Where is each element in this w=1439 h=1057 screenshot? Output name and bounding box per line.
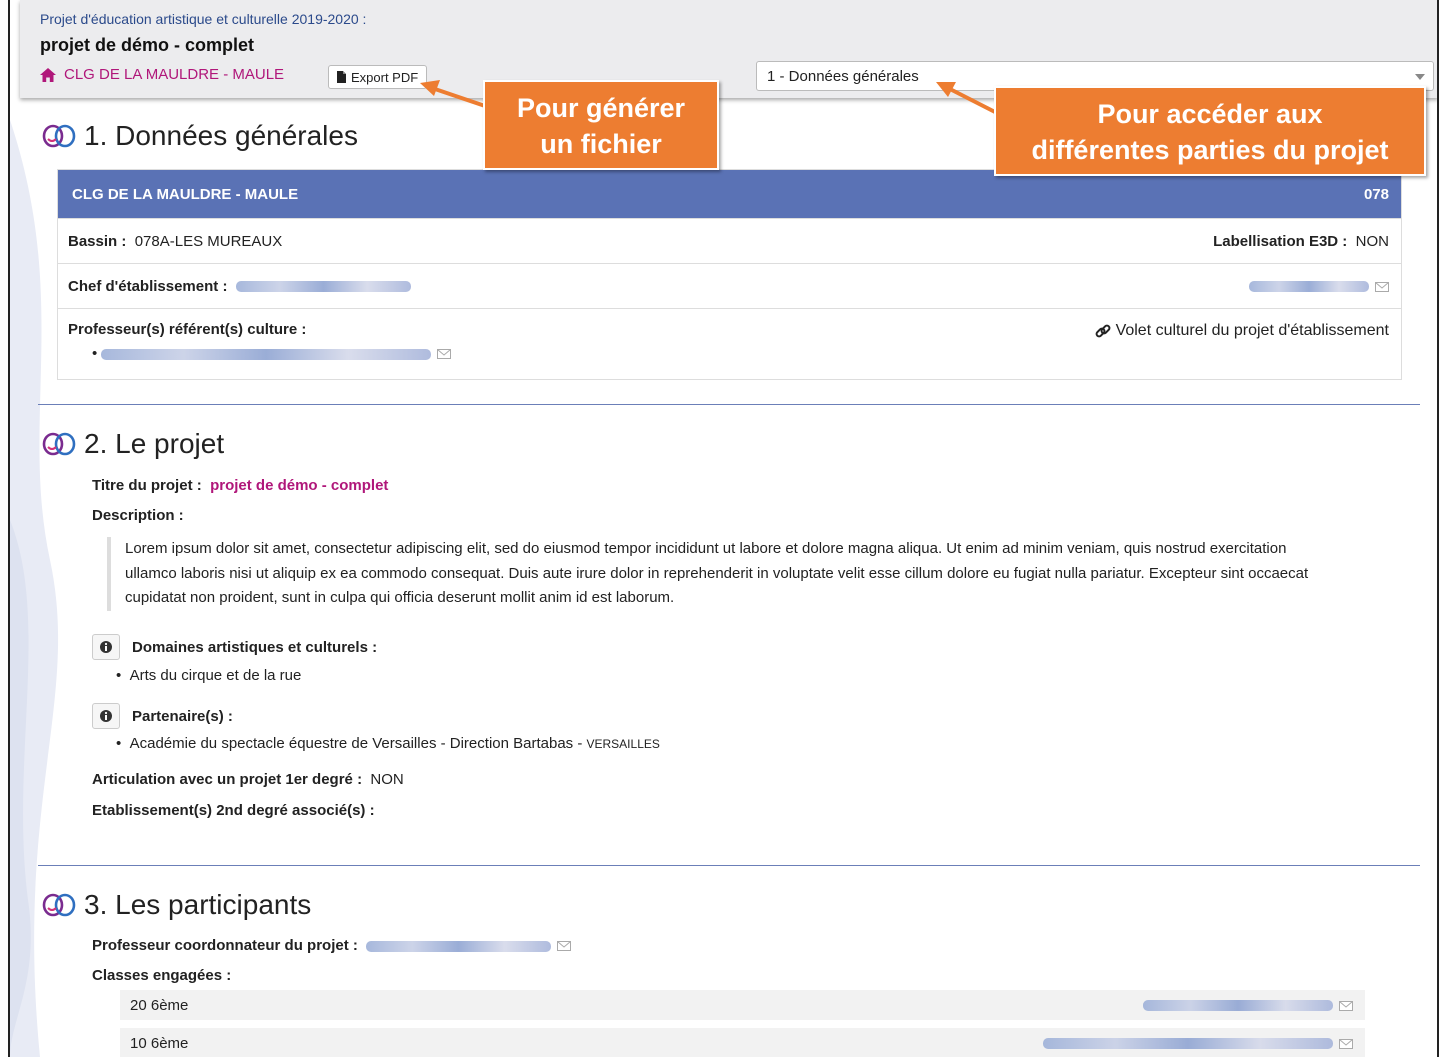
prof-name-redacted — [101, 348, 432, 360]
partenaire-city: VERSAILLES — [586, 737, 660, 751]
partenaires-row: Partenaire(s) : — [92, 703, 233, 729]
coordonnateur-row: Professeur coordonnateur du projet : — [92, 937, 572, 954]
project-header: Projet d'éducation artistique et culture… — [20, 0, 1437, 98]
domaines-row: Domaines artistiques et culturels : — [92, 634, 377, 660]
partenaire-name: Académie du spectacle équestre de Versai… — [129, 735, 587, 752]
file-icon — [337, 71, 346, 83]
info-icon[interactable] — [92, 634, 120, 660]
section-2-title: 2. Le projet — [84, 428, 225, 459]
chef-label: Chef d'établissement : — [68, 277, 228, 295]
mail-icon[interactable] — [1339, 1000, 1353, 1011]
prof-label: Professeur(s) référent(s) culture : — [68, 321, 307, 338]
section-3-heading: 3. Les participants — [42, 889, 311, 921]
school-card-name: CLG DE LA MAULDRE - MAULE — [72, 185, 299, 203]
theatre-masks-icon — [42, 124, 76, 148]
label-e3d-label: Labellisation E3D : — [1213, 232, 1348, 250]
label-e3d-value: NON — [1355, 232, 1389, 250]
callout-nav-line2: différentes parties du projet — [1031, 135, 1389, 165]
callout-nav-line1: Pour accéder aux — [1097, 99, 1323, 129]
bassin-label: Bassin : — [68, 232, 127, 250]
class-name: 20 6ème — [130, 996, 189, 1014]
theatre-masks-icon — [42, 893, 76, 917]
description-text: Lorem ipsum dolor sit amet, consectetur … — [107, 537, 1337, 611]
domaine-value: Arts du cirque et de la rue — [129, 667, 302, 684]
class-row: 10 6ème — [120, 1028, 1365, 1057]
classes-label: Classes engagées : — [92, 967, 232, 984]
mail-icon[interactable] — [557, 941, 572, 952]
class-teacher-redacted — [1143, 1000, 1333, 1012]
articulation-row: Articulation avec un projet 1er degré : … — [92, 771, 404, 788]
chef-row: Chef d'établissement : — [58, 263, 1401, 308]
school-link[interactable]: CLG DE LA MAULDRE - MAULE — [40, 66, 284, 83]
mail-icon[interactable] — [1339, 1038, 1353, 1049]
header-subtitle: Projet d'éducation artistique et culture… — [40, 11, 367, 27]
theatre-masks-icon — [42, 432, 76, 456]
coordonnateur-name-redacted — [366, 940, 552, 952]
class-name: 10 6ème — [130, 1034, 189, 1052]
chevron-down-icon — [1415, 74, 1425, 80]
callout-export-info: Pour générer un fichier — [483, 80, 719, 170]
export-pdf-button[interactable]: Export PDF — [328, 65, 428, 89]
home-icon — [40, 67, 56, 82]
prof-row: Professeur(s) référent(s) culture : • Vo… — [58, 308, 1401, 379]
titre-value: projet de démo - complet — [210, 477, 389, 494]
school-card-header: CLG DE LA MAULDRE - MAULE 078 — [58, 170, 1401, 218]
prof-list-item: • — [92, 345, 452, 362]
callout-export-line2: un fichier — [540, 129, 662, 159]
partenaire-list-item: • Académie du spectacle équestre de Vers… — [116, 735, 660, 752]
section-divider — [38, 865, 1420, 866]
school-card-code: 078 — [1363, 185, 1389, 203]
section-3-title: 3. Les participants — [84, 889, 312, 920]
articulation-label: Articulation avec un projet 1er degré : — [92, 771, 363, 788]
project-title: projet de démo - complet — [40, 35, 255, 55]
domaines-list-item: • Arts du cirque et de la rue — [116, 667, 302, 684]
project-title-row: Titre du projet : projet de démo - compl… — [92, 477, 388, 494]
description-label: Description : — [92, 507, 184, 524]
mail-icon[interactable] — [1375, 281, 1389, 292]
titre-label: Titre du projet : — [92, 477, 202, 494]
domaines-label: Domaines artistiques et culturels : — [132, 638, 378, 656]
section-2-heading: 2. Le projet — [42, 428, 224, 460]
school-card: CLG DE LA MAULDRE - MAULE 078 Bassin : 0… — [57, 169, 1402, 380]
link-icon — [1095, 324, 1110, 338]
section-1-title: 1. Données générales — [84, 120, 358, 151]
mail-icon[interactable] — [437, 349, 452, 360]
class-row: 20 6ème — [120, 990, 1365, 1020]
callout-export-line1: Pour générer — [516, 93, 686, 123]
section-divider — [38, 404, 1420, 405]
etablissements-label: Etablissement(s) 2nd degré associé(s) : — [92, 802, 375, 819]
volet-culturel-link[interactable]: Volet culturel du projet d'établissement — [1094, 322, 1389, 340]
export-pdf-label: Export PDF — [351, 69, 419, 85]
articulation-value: NON — [370, 771, 404, 788]
chef-name-redacted — [235, 281, 411, 293]
partenaires-label: Partenaire(s) : — [132, 707, 233, 725]
coordonnateur-label: Professeur coordonnateur du projet : — [92, 937, 358, 954]
callout-navigation-info: Pour accéder aux différentes parties du … — [994, 86, 1426, 176]
section-select-value: 1 - Données générales — [767, 68, 919, 85]
bassin-value: 078A-LES MUREAUX — [134, 232, 283, 250]
bassin-row: Bassin : 078A-LES MUREAUX Labellisation … — [58, 218, 1401, 263]
section-1-heading: 1. Données générales — [42, 120, 358, 152]
school-name: CLG DE LA MAULDRE - MAULE — [64, 66, 285, 83]
volet-culturel-label: Volet culturel du projet d'établissement — [1115, 322, 1389, 340]
chef-phone-redacted — [1249, 281, 1369, 293]
info-icon[interactable] — [92, 703, 120, 729]
class-teacher-redacted — [1043, 1038, 1333, 1050]
